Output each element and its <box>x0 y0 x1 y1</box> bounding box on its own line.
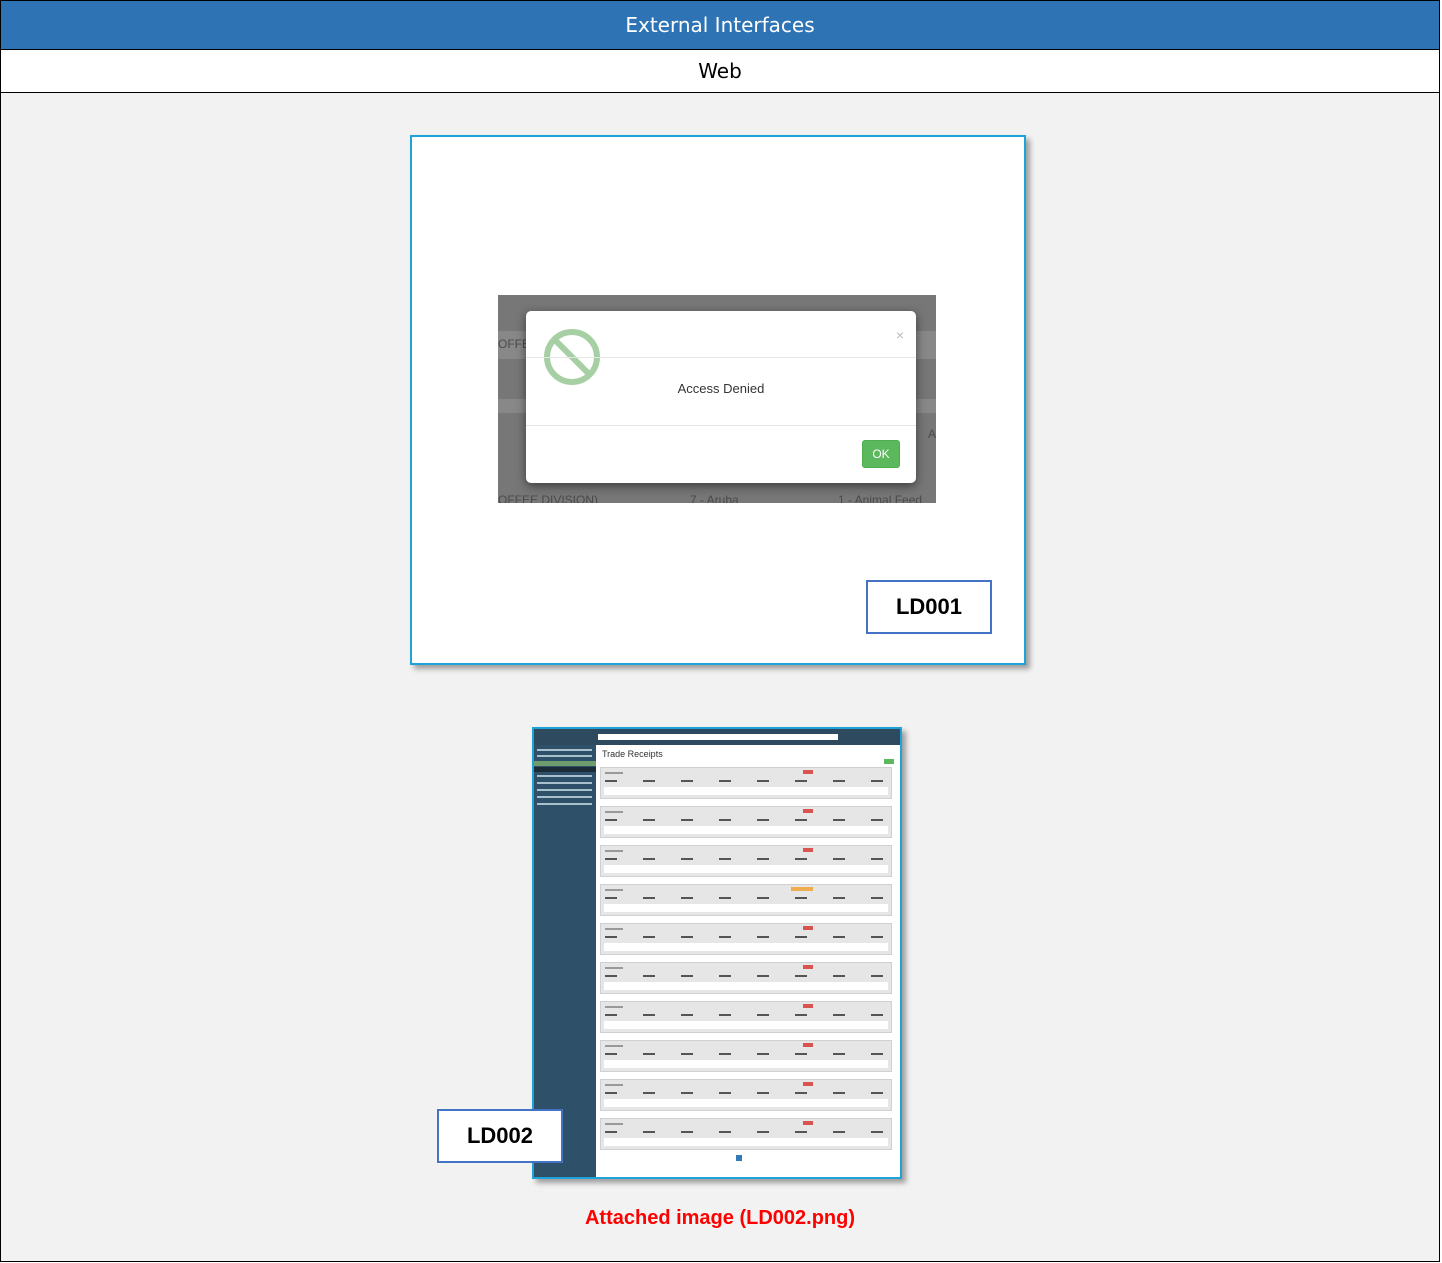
page-title: Trade Receipts <box>602 749 663 759</box>
dialog-message: Access Denied <box>677 381 765 396</box>
table-subheader: Web <box>1 50 1439 93</box>
receipt-card <box>600 1118 892 1150</box>
background-text: 7 - Aruba <box>690 493 739 503</box>
table-body-cell: OFFEE A OFFEE DIVISION) 7 - Aruba 1 - An… <box>1 93 1439 1261</box>
background-text: A <box>927 427 936 441</box>
receipt-card <box>600 845 892 877</box>
receipt-card <box>600 806 892 838</box>
document-table: External Interfaces Web OFFEE A OFFEE DI… <box>0 0 1440 1262</box>
sidebar-item <box>537 782 592 784</box>
table-header: External Interfaces <box>1 1 1439 50</box>
sidebar-item <box>537 796 592 798</box>
image-caption: Attached image (LD002.png) <box>584 1207 856 1229</box>
sidebar-item-active <box>534 761 596 766</box>
add-button <box>884 759 894 764</box>
sidebar-item <box>537 775 592 777</box>
screenshot-ld002: Trade Receipts <box>532 727 902 1179</box>
receipt-card <box>600 1079 892 1111</box>
background-text: 1 - Animal Feed <box>838 493 923 503</box>
search-input <box>598 734 838 740</box>
subheader-title: Web <box>698 59 742 83</box>
header-title: External Interfaces <box>625 13 815 37</box>
pagination <box>736 1155 742 1161</box>
receipt-card <box>600 923 892 955</box>
access-denied-dialog: × Access Denied OK <box>526 311 916 483</box>
sidebar-item-selected <box>534 767 596 772</box>
sidebar-item <box>537 803 592 805</box>
ok-button[interactable]: OK <box>862 440 900 468</box>
sidebar-item <box>537 755 592 757</box>
label-text: LD001 <box>895 594 963 619</box>
label-ld002: LD002 <box>437 1109 563 1163</box>
receipt-card <box>600 767 892 799</box>
screenshot-ld001: OFFEE A OFFEE DIVISION) 7 - Aruba 1 - An… <box>410 135 1026 665</box>
label-text: LD002 <box>466 1123 534 1148</box>
background-text: OFFEE DIVISION) <box>498 493 599 503</box>
sidebar-item <box>537 749 592 751</box>
dialog-divider <box>526 425 916 426</box>
dialog-divider <box>526 357 916 358</box>
label-ld001: LD001 <box>866 580 992 634</box>
receipt-card <box>600 884 892 916</box>
receipt-card <box>600 1040 892 1072</box>
receipt-card <box>600 1001 892 1033</box>
close-icon[interactable]: × <box>896 327 904 343</box>
sidebar-item <box>537 789 592 791</box>
receipt-card <box>600 962 892 994</box>
